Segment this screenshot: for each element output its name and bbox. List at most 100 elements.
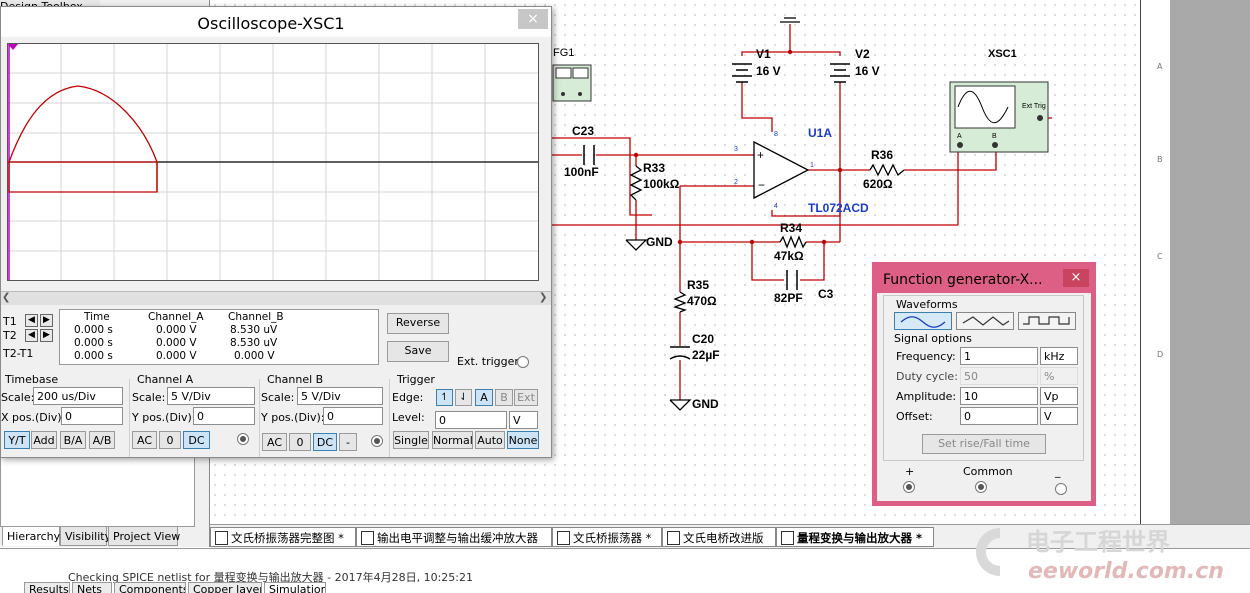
oscilloscope-title: Oscilloscope-XSC1 [197, 14, 345, 33]
gnd-symbol-icon [625, 239, 648, 251]
channel-b-invert-button[interactable]: - [339, 433, 357, 451]
mode-ab-button[interactable]: A/B [89, 431, 115, 449]
eeworld-watermark: 电子工程世界 eeworld.com.cn [968, 520, 1238, 586]
pin-1: 1 [810, 162, 814, 169]
mode-ba-button[interactable]: B/A [60, 431, 86, 449]
t1-left-arrow-icon[interactable]: ◀ [25, 314, 38, 327]
scroll-left-icon[interactable]: ❮ [2, 292, 10, 303]
plus-terminal[interactable] [903, 481, 915, 493]
tab-components[interactable]: Components [114, 582, 186, 593]
svg-text:+: + [757, 148, 764, 162]
frequency-unit[interactable]: kHz [1040, 347, 1078, 365]
tab-hierarchy[interactable]: Hierarchy [2, 526, 60, 546]
tab-results[interactable]: Results [24, 582, 70, 593]
close-icon[interactable]: × [1063, 269, 1089, 287]
trigger-source-b-button[interactable]: B [495, 389, 513, 406]
trigger-auto-button[interactable]: Auto [475, 431, 505, 449]
function-generator-window[interactable]: Function generator-X... × Waveforms Sign… [872, 262, 1096, 506]
xsc1-instrument[interactable] [949, 81, 1049, 153]
channel-a-ypos-label: Y pos.(Div): [132, 411, 196, 424]
trigger-normal-button[interactable]: Normal [432, 431, 473, 449]
trigger-none-button[interactable]: None [507, 431, 539, 449]
tab-visibility[interactable]: Visibility [60, 526, 111, 546]
mode-yt-button[interactable]: Y/T [4, 431, 30, 449]
toolbox-tabs: Hierarchy Visibility Project View [0, 526, 210, 547]
t2-left-arrow-icon[interactable]: ◀ [25, 329, 38, 342]
v2-label: V2 [855, 47, 870, 61]
falling-edge-icon[interactable]: ⇃ [455, 389, 472, 406]
sheet-tab-2[interactable]: 输出电平调整与输出缓冲放大器 [356, 527, 552, 547]
duty-cycle-input[interactable]: 50 [960, 367, 1038, 385]
channel-a-ac-button[interactable]: AC [132, 431, 157, 449]
ground-top-icon [780, 17, 800, 23]
opamp-u1a[interactable]: + − [753, 140, 810, 200]
reverse-button[interactable]: Reverse [387, 313, 449, 334]
tab-simulation[interactable]: Simulation [264, 582, 326, 593]
trigger-level-unit[interactable]: V [509, 411, 538, 429]
frequency-label: Frequency: [896, 350, 956, 363]
t1-right-arrow-icon[interactable]: ▶ [40, 314, 53, 327]
oscilloscope-display[interactable] [7, 43, 539, 281]
duty-cycle-unit[interactable]: % [1040, 367, 1078, 385]
tab-nets[interactable]: Nets [72, 582, 112, 593]
set-rise-fall-time-button[interactable]: Set rise/Fall time [922, 434, 1046, 454]
amplitude-input[interactable]: 10 [960, 387, 1038, 405]
channel-a-dc-button[interactable]: DC [183, 431, 210, 449]
minus-terminal[interactable] [1055, 483, 1067, 495]
trigger-source-ext-button[interactable]: Ext [514, 389, 538, 406]
function-generator-titlebar[interactable]: Function generator-X... × [877, 267, 1091, 293]
sheet-tab-3[interactable]: 文氏桥振荡器 * [552, 527, 662, 547]
timebase-xpos-field[interactable]: 0 [61, 407, 123, 425]
offset-input[interactable]: 0 [960, 407, 1038, 425]
channel-b-dc-button[interactable]: DC [313, 433, 337, 451]
oscilloscope-titlebar[interactable]: Oscilloscope-XSC1 × [1, 7, 551, 37]
trigger-level-field[interactable]: 0 [435, 411, 507, 429]
ext-trigger-label: Ext. trigger [457, 355, 519, 368]
t2-right-arrow-icon[interactable]: ▶ [40, 329, 53, 342]
scroll-right-icon[interactable]: ❯ [539, 292, 547, 303]
triangle-wave-icon[interactable] [956, 312, 1014, 330]
r33-value: 100kΩ [643, 177, 680, 191]
sine-wave-icon[interactable] [894, 312, 952, 330]
trigger-source-a-button[interactable]: A [475, 389, 493, 406]
r35-resistor-icon [673, 291, 687, 313]
c3-value: 82PF [774, 291, 803, 305]
header-channel-b: Channel_B [228, 311, 284, 323]
c20-capacitor-icon [669, 346, 691, 360]
trigger-single-button[interactable]: Single [393, 431, 429, 449]
channel-b-terminal[interactable] [371, 435, 383, 447]
sheet-tab-4[interactable]: 文氏电桥改进版 [662, 527, 776, 547]
offset-unit[interactable]: V [1040, 407, 1078, 425]
scope-horizontal-scrollbar[interactable]: ❮ ❯ [1, 291, 551, 305]
ext-trigger-terminal[interactable] [517, 356, 529, 368]
channel-b-ypos-field[interactable]: 0 [323, 407, 383, 425]
timebase-xpos-label: X pos.(Div): [1, 411, 66, 424]
mode-add-button[interactable]: Add [31, 431, 57, 449]
channel-a-terminal[interactable] [237, 433, 249, 445]
gnd-symbol-2-icon [669, 399, 692, 411]
save-button[interactable]: Save [387, 341, 449, 362]
row-label-t1: T1 [3, 315, 17, 328]
fg1-instrument[interactable] [552, 64, 592, 102]
oscilloscope-window[interactable]: Oscilloscope-XSC1 × ❮ ❯ T1 T2 T2-T1 ◀ ▶ … [0, 6, 552, 458]
tab-copper-layers[interactable]: Copper layers [188, 582, 262, 593]
plus-terminal-label: + [905, 465, 915, 478]
amplitude-unit[interactable]: Vp [1040, 387, 1078, 405]
channel-b-zero-button[interactable]: 0 [289, 433, 311, 451]
timebase-scale-field[interactable]: 200 us/Div [33, 387, 123, 405]
close-icon[interactable]: × [518, 9, 548, 29]
common-terminal[interactable] [975, 481, 987, 493]
r34-value: 47kΩ [774, 249, 804, 263]
sheet-tab-1[interactable]: 文氏桥振荡器完整图 * [210, 527, 356, 547]
sheet-tab-5[interactable]: 量程变换与输出放大器 * [776, 527, 934, 547]
channel-b-ac-button[interactable]: AC [262, 433, 287, 451]
channel-a-ypos-field[interactable]: 0 [193, 407, 255, 425]
channel-b-scale-field[interactable]: 5 V/Div [297, 387, 383, 405]
rising-edge-icon[interactable]: ↿ [436, 389, 453, 406]
frequency-input[interactable]: 1 [960, 347, 1038, 365]
square-wave-icon[interactable] [1018, 312, 1076, 330]
channel-a-zero-button[interactable]: 0 [159, 431, 181, 449]
tab-project-view[interactable]: Project View [108, 526, 180, 546]
svg-text:−: − [758, 178, 765, 192]
channel-a-scale-field[interactable]: 5 V/Div [167, 387, 255, 405]
